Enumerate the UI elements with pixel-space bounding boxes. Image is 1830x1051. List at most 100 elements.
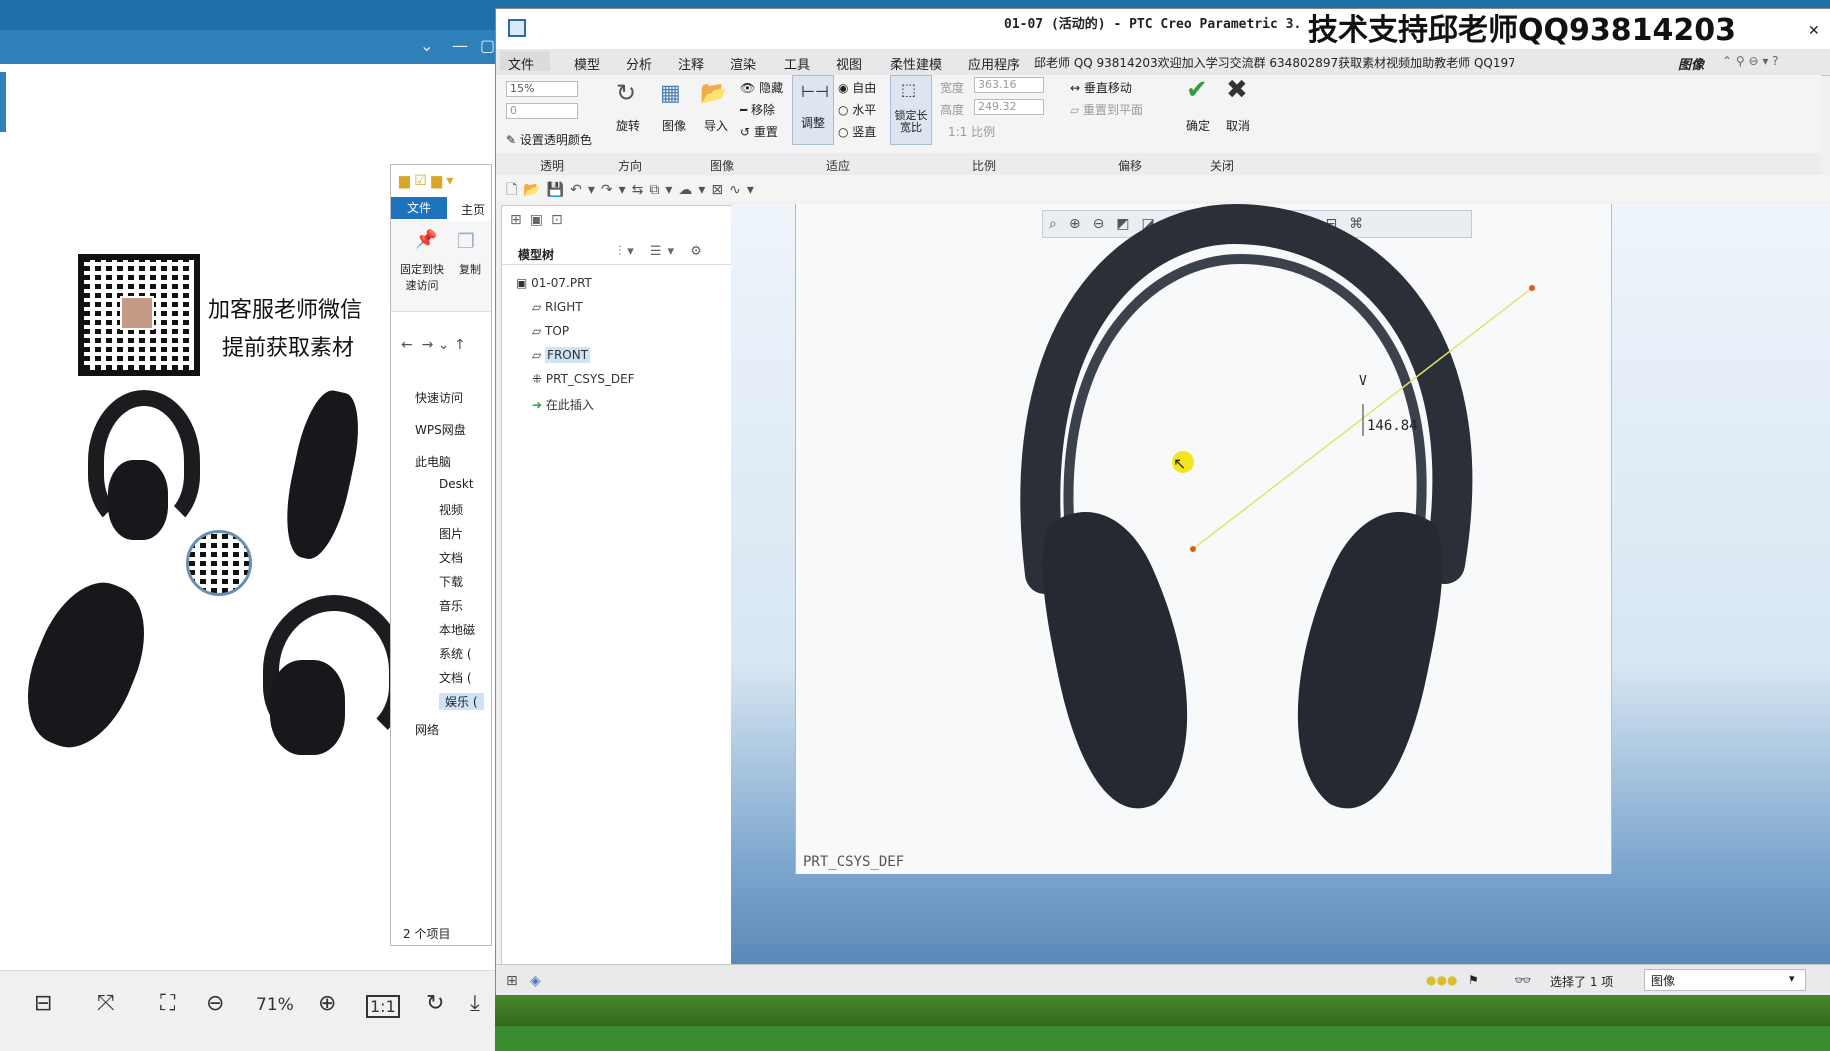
nav-quick-access[interactable]: 快速访问: [415, 389, 463, 406]
menu-render[interactable]: 渲染: [730, 54, 756, 73]
model-tree-panel: ⊞▣⊡ 模型树 ⫶▾ ☰▾ ⚙ ▣ 01-07.PRT ▱ RIGHT ▱ TO…: [501, 205, 733, 967]
horizontal-radio[interactable]: ○ 水平: [838, 101, 876, 118]
remove-button[interactable]: ━ 移除: [740, 101, 775, 118]
set-transparent-color[interactable]: ✎ 设置透明颜色: [506, 131, 592, 148]
transparency-value[interactable]: 0: [506, 103, 578, 119]
status-tree-icon[interactable]: ⊞: [506, 973, 518, 989]
ok-label[interactable]: 确定: [1186, 117, 1210, 134]
menu-tools[interactable]: 工具: [784, 54, 810, 73]
image-icon[interactable]: ▦: [660, 81, 681, 106]
binoculars-icon[interactable]: 👓: [1514, 973, 1531, 989]
nav-local-disk[interactable]: 本地磁: [439, 621, 475, 638]
checkmark-icon[interactable]: ✔: [1186, 75, 1208, 105]
qr-avatar: [120, 296, 154, 330]
menu-view[interactable]: 视图: [836, 54, 862, 73]
pin-icon[interactable]: 📌: [415, 229, 437, 250]
ratio-label[interactable]: 1:1 比例: [948, 123, 995, 140]
maximize-icon[interactable]: ▢: [480, 36, 495, 55]
download-icon[interactable]: ⤓: [470, 991, 480, 1016]
horizontal-label: 水平: [852, 103, 877, 117]
dimension-value[interactable]: 146.84: [1367, 418, 1418, 434]
viewer-titlebar: ⌄ — ▢: [0, 30, 495, 64]
import-icon[interactable]: 📂: [700, 81, 727, 106]
lock-ratio-button[interactable]: ⬚ 锁定长宽比: [890, 75, 932, 145]
nav-wps[interactable]: WPS网盘: [415, 421, 466, 438]
zoom-in-icon[interactable]: ⊕: [318, 991, 336, 1016]
graphics-viewport[interactable]: ⌕⊕⊖◩◪◫▤✲▱⁄✕✳⊟⌘ V 146.84 ↖ PRT_CSYS_DEF: [731, 204, 1830, 969]
cancel-icon[interactable]: ✖: [1226, 75, 1248, 105]
reset-plane-button[interactable]: ▱ 重置到平面: [1070, 101, 1143, 118]
nav-videos[interactable]: 视频: [439, 501, 463, 518]
nav-downloads[interactable]: 下载: [439, 573, 463, 590]
adjust-button[interactable]: ⊢⊣ 调整: [792, 75, 834, 145]
sketch-area[interactable]: ⌕⊕⊖◩◪◫▤✲▱⁄✕✳⊟⌘ V 146.84 ↖ PRT_CSYS_DEF: [795, 204, 1612, 874]
nav-entertainment-drive[interactable]: 娱乐 (: [439, 693, 484, 710]
vertical-move-button[interactable]: ↔ 垂直移动: [1070, 79, 1132, 96]
layout-icon[interactable]: ⊟: [34, 991, 52, 1016]
tree-item-right[interactable]: ▱ RIGHT: [532, 300, 583, 314]
menu-analysis[interactable]: 分析: [626, 54, 652, 73]
zoom-out-icon[interactable]: ⊖: [206, 991, 224, 1016]
filter-select-value: 图像: [1651, 974, 1676, 988]
close-icon[interactable]: ✕: [1808, 23, 1820, 39]
ribbon-group-labels: 透明 方向 图像 适应 比例 偏移 关闭: [496, 153, 1821, 176]
model-tree-header: 模型树: [518, 248, 555, 262]
cancel-label[interactable]: 取消: [1226, 117, 1250, 134]
image-label[interactable]: 图像: [662, 117, 686, 134]
rotate-icon[interactable]: ↻: [616, 79, 636, 107]
menu-image-tab[interactable]: 图像: [1678, 54, 1704, 73]
height-input[interactable]: 249.32: [974, 99, 1044, 115]
tree-item-part[interactable]: ▣ 01-07.PRT: [516, 276, 592, 290]
reset-button[interactable]: ↺ 重置: [740, 123, 778, 140]
actual-size-icon[interactable]: ⛶: [160, 991, 175, 1016]
tree-item-top[interactable]: ▱ TOP: [532, 324, 569, 338]
pin-quick-access-label[interactable]: 固定到快速访问: [399, 261, 445, 293]
nav-docs-drive[interactable]: 文档 (: [439, 669, 472, 686]
menu-annotate[interactable]: 注释: [678, 54, 704, 73]
tree-item-top-label: TOP: [545, 324, 570, 338]
nav-arrows[interactable]: ← → ⌄ ↑: [401, 337, 466, 353]
copy-label[interactable]: 复制: [459, 261, 481, 277]
transparency-select[interactable]: 15%: [506, 81, 578, 97]
menu-model[interactable]: 模型: [574, 54, 600, 73]
width-input[interactable]: 363.16: [974, 77, 1044, 93]
dimension-endpoint-1: [1190, 546, 1196, 552]
mini-program-code: [186, 530, 252, 596]
one-to-one-icon[interactable]: 1:1: [366, 995, 400, 1018]
tree-item-csys-label: PRT_CSYS_DEF: [545, 372, 635, 386]
minimize-icon[interactable]: —: [452, 36, 468, 55]
free-radio[interactable]: ◉ 自由: [838, 79, 876, 96]
nav-music[interactable]: 音乐: [439, 597, 463, 614]
menu-flexible-modeling[interactable]: 柔性建模: [890, 54, 942, 73]
nav-documents[interactable]: 文档: [439, 549, 463, 566]
nav-pictures[interactable]: 图片: [439, 525, 463, 542]
copy-icon[interactable]: ❐: [457, 229, 475, 253]
status-browser-icon[interactable]: ◈: [530, 973, 541, 989]
import-label[interactable]: 导入: [704, 117, 728, 134]
nav-system-drive[interactable]: 系统 (: [439, 645, 472, 662]
tab-file[interactable]: 文件: [391, 197, 447, 219]
rotate-label[interactable]: 旋转: [616, 117, 640, 134]
flag-icon[interactable]: ⚑: [1468, 973, 1479, 987]
tree-item-front[interactable]: ▱ FRONT: [532, 347, 591, 363]
nav-network[interactable]: 网络: [415, 721, 439, 738]
filter-select[interactable]: 图像 ▾: [1644, 969, 1806, 991]
tree-item-csys[interactable]: ⁜ PRT_CSYS_DEF: [532, 372, 635, 386]
rotate-icon[interactable]: ↻: [426, 991, 444, 1016]
menu-applications[interactable]: 应用程序: [968, 54, 1020, 73]
nav-this-pc[interactable]: 此电脑: [415, 453, 451, 470]
quick-tools-icons[interactable]: 🗋📂💾↶▾↷▾⇆⧉▾☁▾⊠∿▾: [506, 179, 760, 203]
tree-item-front-label: FRONT: [545, 347, 591, 363]
vertical-radio[interactable]: ○ 竖直: [838, 123, 876, 140]
tree-settings-icons[interactable]: ⫶▾ ☰▾ ⚙: [618, 244, 708, 259]
tab-home[interactable]: 主页: [461, 201, 485, 218]
tree-item-insert-here[interactable]: ➜ 在此插入: [532, 396, 594, 413]
height-label: 高度: [940, 103, 965, 117]
nav-desktop[interactable]: Deskt: [439, 477, 474, 491]
hide-button[interactable]: 👁 隐藏: [740, 79, 783, 96]
menu-file[interactable]: 文件: [508, 54, 534, 73]
fit-window-icon[interactable]: ⤧: [97, 991, 115, 1016]
window-tools-icons[interactable]: ⌃ ⚲ ⊖ ▾ ?: [1722, 54, 1779, 68]
chevron-down-icon[interactable]: ⌄: [420, 36, 433, 55]
tree-tabs-icons[interactable]: ⊞▣⊡: [510, 212, 571, 228]
